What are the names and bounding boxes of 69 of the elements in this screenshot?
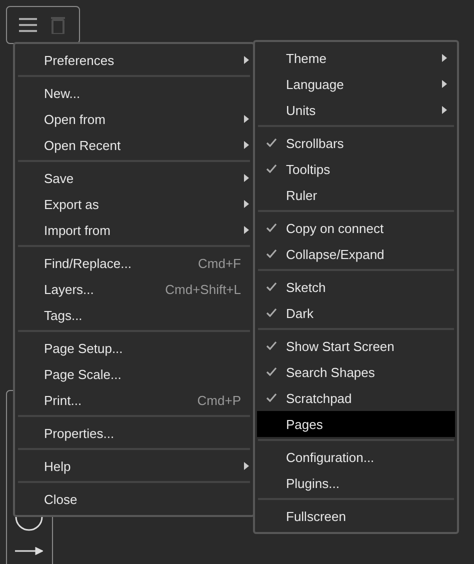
menu-item-label: Page Scale... bbox=[44, 366, 122, 382]
menu-item[interactable]: Import from bbox=[15, 217, 253, 243]
menu-item-label: Scratchpad bbox=[286, 390, 352, 406]
menu-item[interactable]: Scrollbars bbox=[257, 130, 455, 156]
menu-item[interactable]: Preferences bbox=[15, 47, 253, 73]
menu-item[interactable]: Units bbox=[257, 97, 455, 123]
menu-item[interactable]: Configuration... bbox=[257, 444, 455, 470]
menu-item[interactable]: Pages bbox=[257, 411, 455, 437]
menu-item[interactable]: Plugins... bbox=[257, 470, 455, 496]
menu-item[interactable]: Dark bbox=[257, 300, 455, 326]
menu-item-label: Save bbox=[44, 170, 74, 186]
menu-item[interactable]: Tags... bbox=[15, 302, 253, 328]
menu-item-label: Plugins... bbox=[286, 476, 340, 490]
menu-item-label: Copy on connect bbox=[286, 220, 384, 236]
menu-item-label: Theme bbox=[286, 50, 326, 66]
menu-item-label: Tooltips bbox=[286, 162, 330, 176]
menu-item[interactable]: Page Setup... bbox=[15, 335, 253, 361]
menu-item[interactable]: Help bbox=[15, 453, 253, 479]
menu-item-label: Preferences bbox=[44, 52, 114, 68]
menu-item[interactable]: Show Start Screen bbox=[257, 333, 455, 359]
menu-item[interactable]: Theme bbox=[257, 45, 455, 71]
menu-item-label: Open Recent bbox=[44, 138, 121, 152]
menu-item-label: Fullscreen bbox=[286, 508, 346, 524]
menu-item-label: Layers... bbox=[44, 282, 94, 296]
shortcut-label: Cmd+P bbox=[197, 392, 241, 408]
menu-item-label: Configuration... bbox=[286, 450, 374, 464]
menu-item-label: Properties... bbox=[44, 426, 114, 440]
menu-item[interactable]: Layers... Cmd+Shift+L bbox=[15, 276, 253, 302]
menu-item[interactable]: Ruler bbox=[257, 182, 455, 208]
menu-item[interactable]: Properties... bbox=[15, 420, 253, 446]
menu-item-label: New... bbox=[44, 86, 80, 100]
menu-item-label: Print... bbox=[44, 392, 82, 408]
menu-item-label: Dark bbox=[286, 306, 314, 320]
menu-item-label: Pages bbox=[286, 416, 323, 432]
menu-item[interactable]: Save bbox=[15, 165, 253, 191]
menu-item[interactable]: Tooltips bbox=[257, 156, 455, 182]
menu-item-label: Page Setup... bbox=[44, 340, 123, 356]
menu-item[interactable]: Fullscreen bbox=[257, 503, 455, 529]
menu-item[interactable]: Scratchpad bbox=[257, 385, 455, 411]
menu-item[interactable]: Search Shapes bbox=[257, 359, 455, 385]
menu-item-label: Help bbox=[44, 458, 71, 474]
menu-item-label: Tags... bbox=[44, 308, 82, 322]
menu-item[interactable]: New... bbox=[15, 80, 253, 106]
menu-item-label: Units bbox=[286, 102, 316, 118]
menu-item-label: Scrollbars bbox=[286, 136, 344, 150]
menu-item-label: Open from bbox=[44, 112, 106, 126]
menu-item[interactable]: Sketch bbox=[257, 274, 455, 300]
menu-item[interactable]: Language bbox=[257, 71, 455, 97]
menu-item[interactable]: Copy on connect bbox=[257, 215, 455, 241]
menu-item-label: Sketch bbox=[286, 280, 326, 294]
menu-item-label: Collapse/Expand bbox=[286, 246, 384, 262]
menu-item-label: Show Start Screen bbox=[286, 338, 394, 354]
menu-item-label: Import from bbox=[44, 222, 110, 238]
menu-item[interactable]: Collapse/Expand bbox=[257, 241, 455, 267]
menu-item-label: Export as bbox=[44, 196, 99, 212]
shortcut-label: Cmd+F bbox=[198, 256, 241, 270]
menu-item[interactable]: Export as bbox=[15, 191, 253, 217]
shortcut-label: Cmd+Shift+L bbox=[165, 282, 241, 296]
menu-item[interactable]: Find/Replace... Cmd+F bbox=[15, 250, 253, 276]
menu-item-label: Find/Replace... bbox=[44, 256, 132, 270]
menu-item[interactable]: Open from bbox=[15, 106, 253, 132]
menu-item-label: Close bbox=[44, 492, 78, 506]
menu-item[interactable]: Page Scale... bbox=[15, 361, 253, 387]
menu-item[interactable]: Open Recent bbox=[15, 132, 253, 158]
menu-item-label: Ruler bbox=[286, 188, 318, 202]
menu-item[interactable]: Print... Cmd+P bbox=[15, 387, 253, 413]
menu-item-label: Language bbox=[286, 76, 344, 92]
menu-item-label: Search Shapes bbox=[286, 364, 375, 380]
menu-item[interactable]: Close bbox=[15, 486, 253, 512]
